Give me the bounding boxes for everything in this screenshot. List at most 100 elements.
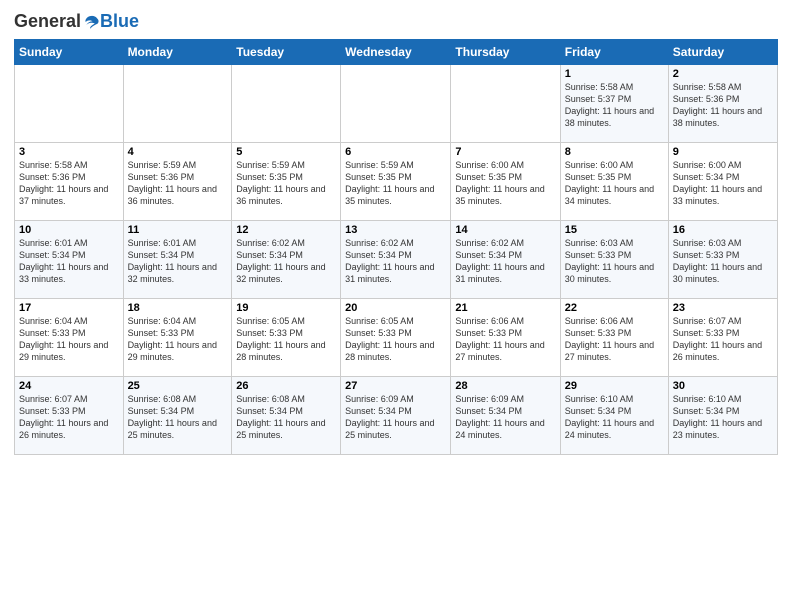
day-info: Sunrise: 6:02 AM Sunset: 5:34 PM Dayligh… bbox=[236, 237, 336, 286]
day-number: 9 bbox=[673, 146, 773, 158]
day-info: Sunrise: 6:07 AM Sunset: 5:33 PM Dayligh… bbox=[19, 393, 119, 442]
day-info: Sunrise: 6:02 AM Sunset: 5:34 PM Dayligh… bbox=[455, 237, 555, 286]
day-info: Sunrise: 6:07 AM Sunset: 5:33 PM Dayligh… bbox=[673, 315, 773, 364]
calendar-cell: 4Sunrise: 5:59 AM Sunset: 5:36 PM Daylig… bbox=[123, 143, 232, 221]
day-number: 10 bbox=[19, 224, 119, 236]
day-number: 1 bbox=[565, 68, 664, 80]
day-info: Sunrise: 6:04 AM Sunset: 5:33 PM Dayligh… bbox=[19, 315, 119, 364]
calendar-week-row: 1Sunrise: 5:58 AM Sunset: 5:37 PM Daylig… bbox=[15, 65, 778, 143]
day-number: 6 bbox=[345, 146, 446, 158]
calendar-cell: 21Sunrise: 6:06 AM Sunset: 5:33 PM Dayli… bbox=[451, 299, 560, 377]
calendar-cell: 12Sunrise: 6:02 AM Sunset: 5:34 PM Dayli… bbox=[232, 221, 341, 299]
calendar-cell: 15Sunrise: 6:03 AM Sunset: 5:33 PM Dayli… bbox=[560, 221, 668, 299]
day-number: 19 bbox=[236, 302, 336, 314]
weekday-header-monday: Monday bbox=[123, 40, 232, 65]
weekday-header-saturday: Saturday bbox=[668, 40, 777, 65]
day-info: Sunrise: 5:58 AM Sunset: 5:37 PM Dayligh… bbox=[565, 81, 664, 130]
day-info: Sunrise: 6:05 AM Sunset: 5:33 PM Dayligh… bbox=[236, 315, 336, 364]
calendar-week-row: 3Sunrise: 5:58 AM Sunset: 5:36 PM Daylig… bbox=[15, 143, 778, 221]
calendar-cell: 6Sunrise: 5:59 AM Sunset: 5:35 PM Daylig… bbox=[341, 143, 451, 221]
day-info: Sunrise: 6:03 AM Sunset: 5:33 PM Dayligh… bbox=[673, 237, 773, 286]
day-number: 29 bbox=[565, 380, 664, 392]
page-container: General Blue SundayMondayTuesdayWednesda… bbox=[0, 0, 792, 461]
weekday-header-thursday: Thursday bbox=[451, 40, 560, 65]
logo-blue-text: Blue bbox=[100, 11, 139, 31]
day-info: Sunrise: 6:09 AM Sunset: 5:34 PM Dayligh… bbox=[345, 393, 446, 442]
day-number: 21 bbox=[455, 302, 555, 314]
weekday-header-friday: Friday bbox=[560, 40, 668, 65]
calendar-cell: 3Sunrise: 5:58 AM Sunset: 5:36 PM Daylig… bbox=[15, 143, 124, 221]
day-number: 24 bbox=[19, 380, 119, 392]
day-info: Sunrise: 6:03 AM Sunset: 5:33 PM Dayligh… bbox=[565, 237, 664, 286]
calendar-cell bbox=[123, 65, 232, 143]
calendar-cell: 29Sunrise: 6:10 AM Sunset: 5:34 PM Dayli… bbox=[560, 377, 668, 455]
calendar-cell bbox=[341, 65, 451, 143]
calendar-cell: 25Sunrise: 6:08 AM Sunset: 5:34 PM Dayli… bbox=[123, 377, 232, 455]
day-number: 25 bbox=[128, 380, 228, 392]
day-number: 3 bbox=[19, 146, 119, 158]
day-info: Sunrise: 6:10 AM Sunset: 5:34 PM Dayligh… bbox=[673, 393, 773, 442]
calendar-cell: 22Sunrise: 6:06 AM Sunset: 5:33 PM Dayli… bbox=[560, 299, 668, 377]
logo: General Blue bbox=[14, 10, 139, 33]
day-info: Sunrise: 6:05 AM Sunset: 5:33 PM Dayligh… bbox=[345, 315, 446, 364]
calendar-cell: 11Sunrise: 6:01 AM Sunset: 5:34 PM Dayli… bbox=[123, 221, 232, 299]
calendar-cell: 23Sunrise: 6:07 AM Sunset: 5:33 PM Dayli… bbox=[668, 299, 777, 377]
header: General Blue bbox=[14, 10, 778, 33]
day-number: 12 bbox=[236, 224, 336, 236]
logo-bird-icon bbox=[82, 13, 100, 31]
calendar-cell bbox=[451, 65, 560, 143]
day-number: 11 bbox=[128, 224, 228, 236]
calendar-cell: 16Sunrise: 6:03 AM Sunset: 5:33 PM Dayli… bbox=[668, 221, 777, 299]
calendar-cell: 8Sunrise: 6:00 AM Sunset: 5:35 PM Daylig… bbox=[560, 143, 668, 221]
day-info: Sunrise: 6:00 AM Sunset: 5:35 PM Dayligh… bbox=[455, 159, 555, 208]
calendar-cell: 19Sunrise: 6:05 AM Sunset: 5:33 PM Dayli… bbox=[232, 299, 341, 377]
calendar-cell: 13Sunrise: 6:02 AM Sunset: 5:34 PM Dayli… bbox=[341, 221, 451, 299]
day-info: Sunrise: 6:06 AM Sunset: 5:33 PM Dayligh… bbox=[455, 315, 555, 364]
calendar-cell: 9Sunrise: 6:00 AM Sunset: 5:34 PM Daylig… bbox=[668, 143, 777, 221]
day-number: 2 bbox=[673, 68, 773, 80]
day-info: Sunrise: 5:58 AM Sunset: 5:36 PM Dayligh… bbox=[19, 159, 119, 208]
day-info: Sunrise: 6:01 AM Sunset: 5:34 PM Dayligh… bbox=[19, 237, 119, 286]
calendar-cell: 24Sunrise: 6:07 AM Sunset: 5:33 PM Dayli… bbox=[15, 377, 124, 455]
day-number: 30 bbox=[673, 380, 773, 392]
calendar-cell: 27Sunrise: 6:09 AM Sunset: 5:34 PM Dayli… bbox=[341, 377, 451, 455]
day-number: 17 bbox=[19, 302, 119, 314]
day-number: 22 bbox=[565, 302, 664, 314]
weekday-header-sunday: Sunday bbox=[15, 40, 124, 65]
day-number: 14 bbox=[455, 224, 555, 236]
calendar-week-row: 10Sunrise: 6:01 AM Sunset: 5:34 PM Dayli… bbox=[15, 221, 778, 299]
day-number: 7 bbox=[455, 146, 555, 158]
day-number: 23 bbox=[673, 302, 773, 314]
calendar-cell: 1Sunrise: 5:58 AM Sunset: 5:37 PM Daylig… bbox=[560, 65, 668, 143]
day-number: 26 bbox=[236, 380, 336, 392]
day-info: Sunrise: 6:01 AM Sunset: 5:34 PM Dayligh… bbox=[128, 237, 228, 286]
calendar-cell bbox=[15, 65, 124, 143]
day-number: 28 bbox=[455, 380, 555, 392]
day-info: Sunrise: 6:00 AM Sunset: 5:34 PM Dayligh… bbox=[673, 159, 773, 208]
calendar-cell: 5Sunrise: 5:59 AM Sunset: 5:35 PM Daylig… bbox=[232, 143, 341, 221]
day-info: Sunrise: 6:06 AM Sunset: 5:33 PM Dayligh… bbox=[565, 315, 664, 364]
day-info: Sunrise: 5:59 AM Sunset: 5:35 PM Dayligh… bbox=[236, 159, 336, 208]
day-number: 27 bbox=[345, 380, 446, 392]
day-info: Sunrise: 6:09 AM Sunset: 5:34 PM Dayligh… bbox=[455, 393, 555, 442]
calendar-cell: 2Sunrise: 5:58 AM Sunset: 5:36 PM Daylig… bbox=[668, 65, 777, 143]
calendar-cell: 26Sunrise: 6:08 AM Sunset: 5:34 PM Dayli… bbox=[232, 377, 341, 455]
day-info: Sunrise: 5:59 AM Sunset: 5:36 PM Dayligh… bbox=[128, 159, 228, 208]
day-info: Sunrise: 5:58 AM Sunset: 5:36 PM Dayligh… bbox=[673, 81, 773, 130]
day-info: Sunrise: 6:02 AM Sunset: 5:34 PM Dayligh… bbox=[345, 237, 446, 286]
calendar-cell: 28Sunrise: 6:09 AM Sunset: 5:34 PM Dayli… bbox=[451, 377, 560, 455]
calendar-cell: 17Sunrise: 6:04 AM Sunset: 5:33 PM Dayli… bbox=[15, 299, 124, 377]
day-number: 13 bbox=[345, 224, 446, 236]
day-number: 4 bbox=[128, 146, 228, 158]
calendar-cell: 30Sunrise: 6:10 AM Sunset: 5:34 PM Dayli… bbox=[668, 377, 777, 455]
calendar-cell: 7Sunrise: 6:00 AM Sunset: 5:35 PM Daylig… bbox=[451, 143, 560, 221]
day-info: Sunrise: 5:59 AM Sunset: 5:35 PM Dayligh… bbox=[345, 159, 446, 208]
day-number: 20 bbox=[345, 302, 446, 314]
calendar-cell: 20Sunrise: 6:05 AM Sunset: 5:33 PM Dayli… bbox=[341, 299, 451, 377]
day-number: 16 bbox=[673, 224, 773, 236]
day-number: 18 bbox=[128, 302, 228, 314]
day-info: Sunrise: 6:10 AM Sunset: 5:34 PM Dayligh… bbox=[565, 393, 664, 442]
day-info: Sunrise: 6:00 AM Sunset: 5:35 PM Dayligh… bbox=[565, 159, 664, 208]
day-info: Sunrise: 6:08 AM Sunset: 5:34 PM Dayligh… bbox=[128, 393, 228, 442]
calendar-cell: 10Sunrise: 6:01 AM Sunset: 5:34 PM Dayli… bbox=[15, 221, 124, 299]
